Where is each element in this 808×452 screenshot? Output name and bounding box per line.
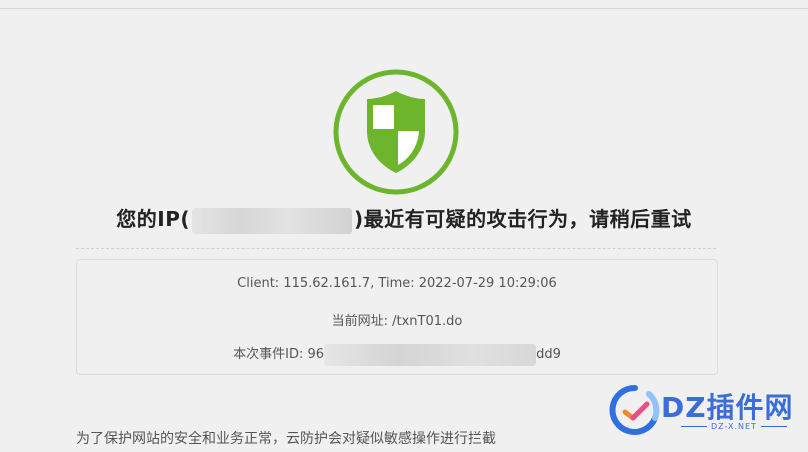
current-url-line: 当前网址: /txnT01.do	[77, 310, 717, 329]
event-id-line: 本次事件ID: 96 dd9	[77, 343, 717, 366]
watermark-logo: DZ插件网 DZ-X.NET	[609, 384, 799, 436]
incident-info-box: Client: 115.62.161.7, Time: 2022-07-29 1…	[76, 259, 718, 375]
headline-suffix: )最近有可疑的攻击行为，请稍后重试	[354, 207, 692, 231]
watermark-icon	[609, 384, 660, 435]
watermark-text: DZ插件网	[661, 391, 794, 424]
current-url-label: 当前网址:	[331, 314, 393, 329]
top-divider	[0, 8, 808, 9]
headline-prefix: 您的IP(	[116, 207, 191, 231]
event-id-label: 本次事件ID:	[233, 347, 308, 362]
dashed-divider	[76, 248, 716, 249]
event-id-redaction	[324, 343, 537, 366]
event-id-prefix: 96	[307, 347, 325, 362]
shield-icon	[333, 69, 459, 195]
event-id-suffix: dd9	[536, 347, 561, 362]
protection-notice: 为了保护网站的安全和业务正常，云防护会对疑似敏感操作进行拦截	[76, 431, 496, 447]
current-url-value: /txnT01.do	[392, 314, 463, 329]
watermark-subtext: DZ-X.NET	[677, 422, 791, 431]
client-info: Client: 115.62.161.7, Time: 2022-07-29 1…	[237, 276, 557, 291]
page-title: 您的IP( )最近有可疑的攻击行为，请稍后重试	[0, 203, 808, 234]
ip-redaction	[192, 207, 353, 234]
